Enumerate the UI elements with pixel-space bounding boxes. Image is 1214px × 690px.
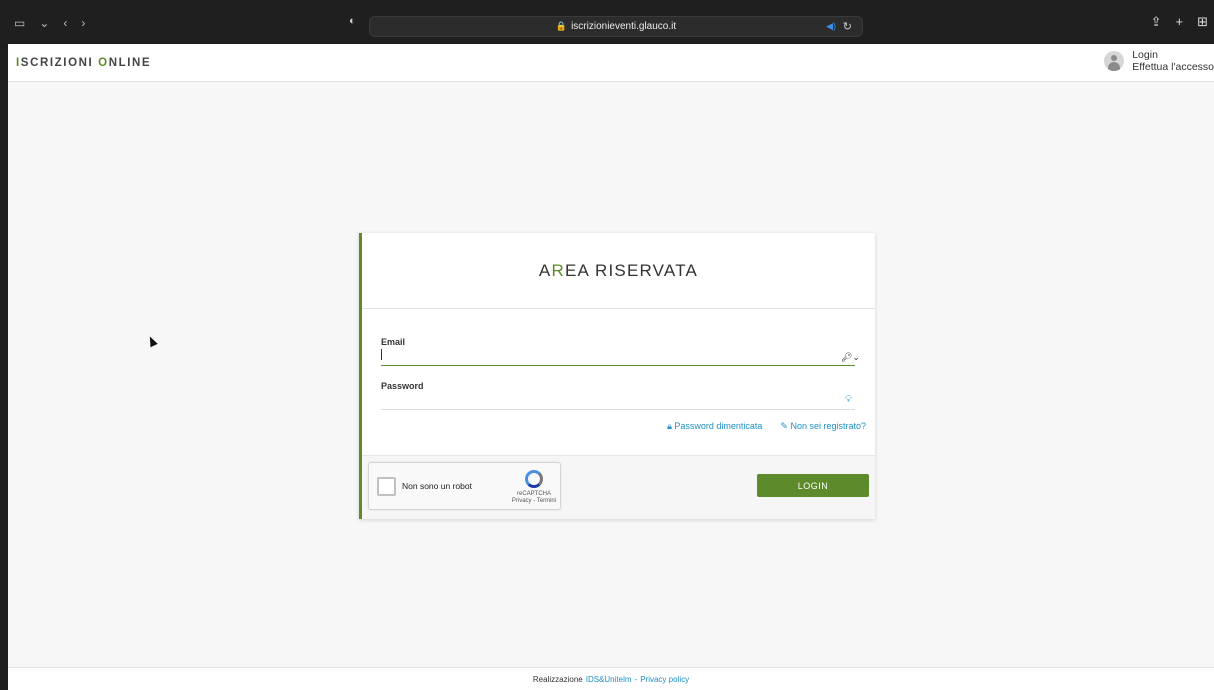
login-button[interactable]: LOGIN [757, 474, 869, 497]
sidebar-toggle-icon[interactable]: ▭ [14, 16, 25, 30]
url-text: iscrizionieventi.glauco.it [571, 21, 677, 32]
site-header: ISCRIZIONI ONLINE Login Effettua l'acces… [8, 44, 1214, 82]
forgot-password-text: Password dimenticata [674, 421, 763, 431]
title-text: EA RISERVATA [564, 260, 699, 280]
register-text: Non sei registrato? [790, 421, 866, 431]
site-footer: Realizzazione IDS&Unitelm - Privacy poli… [8, 667, 1214, 690]
title-text: A [538, 260, 552, 280]
forgot-password-link[interactable]: 🔒︎ Password dimenticata [667, 421, 762, 432]
brand-text: SCRIZIONI [20, 57, 99, 69]
address-bar[interactable]: 🔒 iscrizionieventi.glauco.it ◀) ↻ [369, 16, 863, 37]
register-link[interactable]: ✎ Non sei registrato? [780, 421, 866, 432]
new-tab-icon[interactable]: + [1176, 14, 1184, 30]
brand-letter: O [98, 57, 109, 69]
privacy-policy-link[interactable]: Privacy policy [640, 675, 689, 684]
user-title: Login [1132, 49, 1158, 61]
user-subtitle: Effettua l'accesso [1132, 61, 1214, 73]
page-title: AREA RISERVATA [539, 261, 698, 281]
share-icon[interactable]: ⇪ [1151, 14, 1162, 30]
password-field[interactable] [381, 388, 855, 410]
login-form: Email 🔑︎⌄ Password 💡︎ 🔒︎ Password diment… [362, 309, 875, 455]
brand-text: NLINE [108, 57, 152, 69]
avatar-icon [1104, 51, 1125, 71]
user-text: Login Effettua l'accesso [1132, 49, 1214, 73]
footer-separator: - [634, 674, 638, 684]
card-header: AREA RISERVATA [362, 233, 875, 309]
recaptcha-brand-text: reCAPTCHA [516, 491, 551, 497]
lightbulb-icon[interactable]: 💡︎ [845, 394, 852, 405]
email-field[interactable] [381, 344, 855, 366]
key-icon[interactable]: 🔑︎⌄ [841, 352, 860, 363]
recaptcha-logo-icon [525, 470, 543, 488]
browser-left-controls: ▭ ⌄ ‹ › [14, 16, 85, 30]
recaptcha-links[interactable]: Privacy - Termini [511, 498, 557, 505]
privacy-shield-icon[interactable]: ◐ [349, 15, 356, 27]
back-icon[interactable]: ‹ [63, 16, 67, 30]
recaptcha-label: Non sono un robot [402, 481, 472, 491]
recaptcha-brand: reCAPTCHA Privacy - Termini [511, 491, 557, 505]
text-caret [381, 349, 382, 360]
user-menu[interactable]: Login Effettua l'accesso [1104, 49, 1214, 73]
browser-toolbar: ▭ ⌄ ‹ › ◐ 🔒 iscrizionieventi.glauco.it ◀… [0, 0, 1214, 44]
login-card: AREA RISERVATA Email 🔑︎⌄ Password 💡︎ 🔒︎ … [359, 233, 875, 519]
edit-icon: ✎ [780, 421, 791, 431]
lock-icon: 🔒 [555, 21, 568, 31]
title-letter: R [551, 260, 565, 280]
footer-author-link[interactable]: IDS&Unitelm [586, 675, 632, 684]
form-links: 🔒︎ Password dimenticata ✎ Non sei regist… [667, 421, 866, 432]
chevron-down-icon[interactable]: ⌄ [39, 16, 49, 30]
tab-overview-icon[interactable]: ⊞ [1197, 14, 1208, 30]
browser-right-controls: ⇪ + ⊞ [1151, 14, 1208, 30]
recaptcha-widget: Non sono un robot reCAPTCHA Privacy - Te… [368, 462, 561, 510]
site-logo[interactable]: ISCRIZIONI ONLINE [16, 57, 151, 69]
footer-prefix: Realizzazione [532, 674, 583, 684]
reload-icon[interactable]: ↻ [843, 20, 852, 33]
audio-icon[interactable]: ◀) [826, 21, 836, 32]
card-footer: Non sono un robot reCAPTCHA Privacy - Te… [362, 455, 875, 519]
forward-icon[interactable]: › [81, 16, 85, 30]
recaptcha-checkbox[interactable] [377, 477, 396, 496]
mouse-cursor-icon [146, 334, 158, 348]
page: ISCRIZIONI ONLINE Login Effettua l'acces… [8, 44, 1214, 690]
